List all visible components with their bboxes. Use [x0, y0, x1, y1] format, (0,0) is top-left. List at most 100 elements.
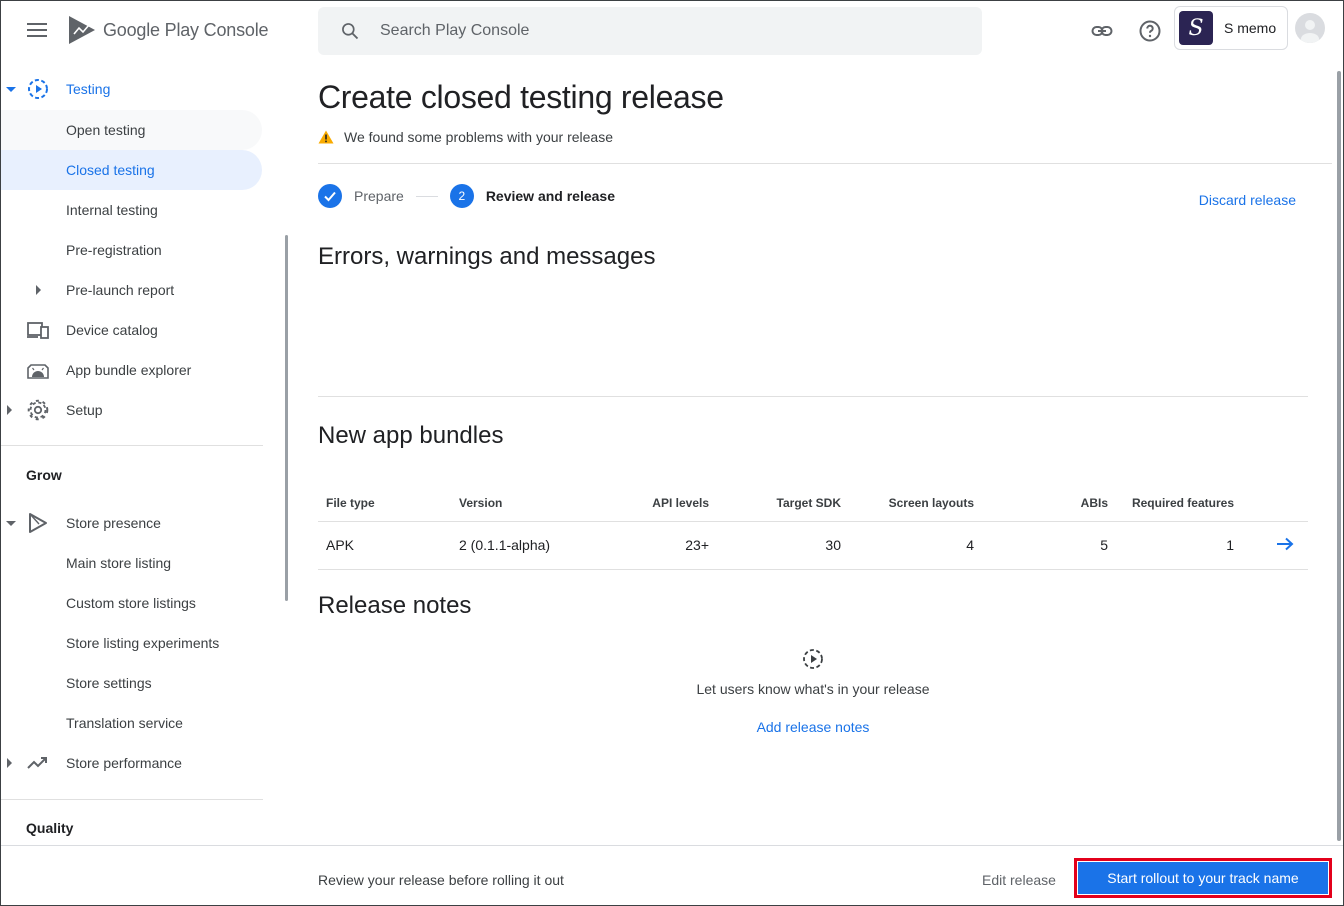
col-abis: ABIs — [982, 485, 1116, 522]
sidebar-item-label: Pre-launch report — [66, 282, 175, 298]
step-2-number: 2 — [449, 184, 474, 208]
sidebar-item-internal-testing[interactable]: Internal testing — [1, 190, 263, 230]
account-name: S memo — [1224, 20, 1277, 36]
link-icon[interactable] — [1090, 19, 1114, 43]
sidebar-item-label: Translation service — [66, 715, 183, 731]
release-notes-heading: Release notes — [318, 592, 472, 619]
sidebar-item-main-store-listing[interactable]: Main store listing — [1, 543, 263, 583]
col-action — [1242, 485, 1308, 522]
sidebar-item-label: Main store listing — [66, 555, 172, 571]
sidebar-item-device-catalog[interactable]: Device catalog — [1, 310, 263, 350]
chevron-right-icon — [36, 285, 41, 295]
sidebar-item-closed-testing[interactable]: Closed testing — [1, 150, 262, 190]
sidebar-item-store-settings[interactable]: Store settings — [1, 663, 263, 703]
sidebar-item-label: Store performance — [66, 755, 182, 771]
trending-up-icon — [27, 757, 47, 769]
sidebar-item-label: Store settings — [66, 675, 152, 691]
menu-icon[interactable] — [27, 23, 47, 37]
gear-icon — [27, 399, 49, 421]
sidebar-item-label: Custom store listings — [66, 595, 196, 611]
cell-api-levels: 23+ — [591, 521, 717, 570]
sidebar-divider — [1, 445, 263, 446]
footer-text: Review your release before rolling it ou… — [318, 872, 564, 888]
table-row[interactable]: APK 2 (0.1.1-alpha) 23+ 30 4 5 1 — [318, 521, 1308, 570]
search-bar[interactable]: Search Play Console — [318, 7, 982, 55]
footer-bar: Review your release before rolling it ou… — [1, 845, 1343, 905]
add-release-notes-link[interactable]: Add release notes — [757, 719, 870, 735]
chevron-right-icon — [7, 405, 12, 415]
col-version: Version — [451, 485, 591, 522]
step-connector — [415, 195, 438, 197]
section-divider — [318, 396, 1308, 397]
chevron-down-icon — [6, 520, 16, 526]
col-required-features: Required features — [1116, 485, 1242, 522]
sidebar-divider — [1, 799, 263, 800]
sidebar-item-custom-store-listings[interactable]: Custom store listings — [1, 583, 263, 623]
sidebar-item-pre-registration[interactable]: Pre-registration — [1, 230, 263, 270]
sidebar-scrollbar[interactable] — [285, 235, 288, 601]
step-review-and-release: Review and release — [485, 188, 615, 204]
app-window: Google Play Console Search Play Console … — [0, 0, 1344, 906]
devices-icon — [27, 322, 49, 339]
play-console-logo[interactable]: Google Play Console — [67, 15, 269, 45]
page-title: Create closed testing release — [318, 79, 724, 115]
sidebar-item-testing[interactable]: Testing — [1, 69, 263, 109]
warning-text: We found some problems with your release — [344, 129, 613, 145]
play-outline-icon — [29, 513, 47, 533]
discard-release-link[interactable]: Discard release — [1199, 192, 1296, 208]
stepper: Prepare 2 Review and release — [318, 184, 615, 208]
sidebar: Testing Open testing Closed testing Inte… — [1, 69, 263, 845]
sidebar-item-store-performance[interactable]: Store performance — [1, 743, 263, 783]
search-input[interactable]: Search Play Console — [380, 22, 529, 40]
android-icon — [27, 364, 49, 379]
search-icon — [342, 23, 359, 40]
cell-action — [1242, 521, 1308, 570]
person-icon — [1301, 20, 1319, 43]
cell-target-sdk: 30 — [717, 521, 849, 570]
check-icon — [324, 191, 336, 202]
start-rollout-button[interactable]: Start rollout to your track name — [1078, 862, 1328, 894]
page-scrollbar[interactable] — [1337, 71, 1341, 841]
bundles-table: File type Version API levels Target SDK … — [318, 485, 1308, 570]
step-prepare[interactable]: Prepare — [354, 188, 404, 204]
sidebar-item-app-bundle-explorer[interactable]: App bundle explorer — [1, 350, 263, 390]
arrow-right-icon[interactable] — [1276, 537, 1294, 551]
sidebar-item-label: Closed testing — [66, 162, 155, 178]
bundles-heading: New app bundles — [318, 422, 504, 449]
chevron-down-icon — [6, 86, 16, 92]
cell-abis: 5 — [982, 521, 1116, 570]
sidebar-item-open-testing[interactable]: Open testing — [1, 110, 262, 150]
play-logo-icon — [69, 16, 95, 44]
user-avatar[interactable] — [1295, 13, 1325, 43]
account-switcher[interactable]: S S memo — [1174, 6, 1288, 50]
sidebar-item-label: Internal testing — [66, 202, 158, 218]
app-avatar: S — [1179, 11, 1213, 45]
main-content: Create closed testing release We found s… — [318, 69, 1332, 845]
sidebar-item-setup[interactable]: Setup — [1, 390, 263, 430]
edit-release-button[interactable]: Edit release — [982, 872, 1056, 888]
sidebar-item-label: App bundle explorer — [66, 362, 192, 378]
section-title-quality: Quality — [26, 820, 74, 836]
logo-text: Google Play Console — [103, 19, 269, 40]
release-notes-empty-text: Let users know what's in your release — [696, 681, 930, 697]
table-header-row: File type Version API levels Target SDK … — [318, 485, 1308, 522]
col-screen-layouts: Screen layouts — [849, 485, 982, 522]
sidebar-item-label: Pre-registration — [66, 242, 162, 258]
chevron-right-icon — [7, 758, 12, 768]
sidebar-item-pre-launch-report[interactable]: Pre-launch report — [1, 270, 263, 310]
col-file-type: File type — [318, 485, 451, 522]
sidebar-item-translation-service[interactable]: Translation service — [1, 703, 263, 743]
testing-icon — [28, 79, 48, 99]
help-icon[interactable] — [1138, 19, 1162, 43]
warning-icon — [318, 130, 334, 144]
cell-file-type: APK — [318, 521, 451, 570]
warning-banner: We found some problems with your release — [318, 129, 613, 145]
cell-version: 2 (0.1.1-alpha) — [451, 521, 591, 570]
sidebar-item-store-listing-experiments[interactable]: Store listing experiments — [1, 623, 263, 663]
sidebar-item-label: Setup — [66, 402, 103, 418]
sidebar-item-store-presence[interactable]: Store presence — [1, 503, 263, 543]
sidebar-item-label: Open testing — [66, 122, 146, 138]
errors-heading: Errors, warnings and messages — [318, 243, 656, 270]
release-notes-empty-state: Let users know what's in your release Ad… — [318, 647, 1308, 737]
col-target-sdk: Target SDK — [717, 485, 849, 522]
